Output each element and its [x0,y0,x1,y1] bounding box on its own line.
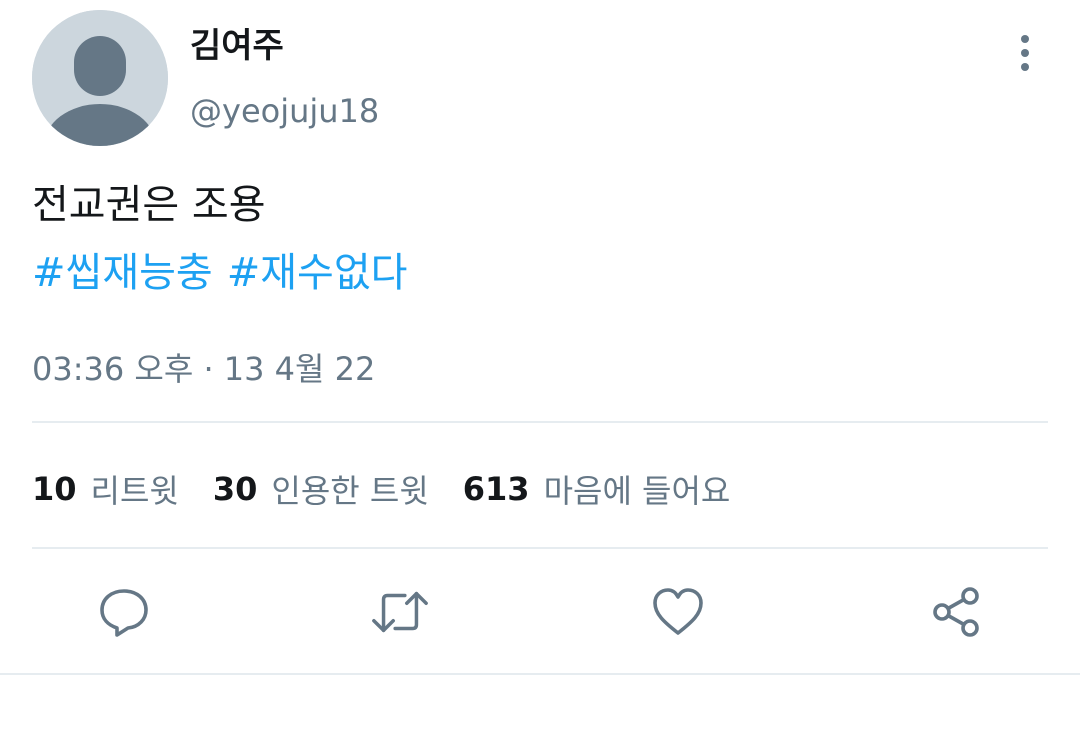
share-icon [933,587,979,637]
like-icon [653,588,703,635]
quotes-label: 인용한 트윗 [271,472,429,510]
likes-count: 613 [462,470,530,508]
quotes-count: 30 [212,470,258,508]
hashtag-line: #씹재능충 #재수없다 [32,248,407,298]
display-name[interactable]: 김여주 [190,24,284,68]
more-options-button[interactable] [1004,30,1046,76]
tweet-timestamp: 03:36 오후 · 13 4월 22 [32,350,376,388]
retweet-button[interactable] [370,582,430,642]
hashtag-link[interactable]: #씹재능충 [32,250,213,296]
retweet-icon [372,591,428,633]
retweets-stat[interactable]: 10 리트윗 [32,466,179,512]
default-avatar-icon [32,10,168,146]
quotes-stat[interactable]: 30 인용한 트윗 [213,466,429,512]
avatar[interactable] [32,10,168,146]
divider [32,547,1048,549]
likes-label: 마음에 들어요 [543,472,731,510]
retweets-label: 리트윗 [90,472,179,510]
like-button[interactable] [648,582,708,642]
user-handle[interactable]: @yeojuju18 [190,90,379,132]
divider [0,673,1080,675]
retweets-count: 10 [32,470,77,508]
likes-stat[interactable]: 613 마음에 들어요 [463,466,731,512]
more-vertical-icon [1021,35,1029,71]
hashtag-link[interactable]: #재수없다 [227,250,408,296]
reply-button[interactable] [94,582,154,642]
tweet-stats: 10 리트윗 30 인용한 트윗 613 마음에 들어요 [32,466,764,512]
reply-icon [100,589,148,637]
tweet-text: 전교권은 조용 [32,182,266,228]
share-button[interactable] [926,582,986,642]
divider [32,421,1048,423]
